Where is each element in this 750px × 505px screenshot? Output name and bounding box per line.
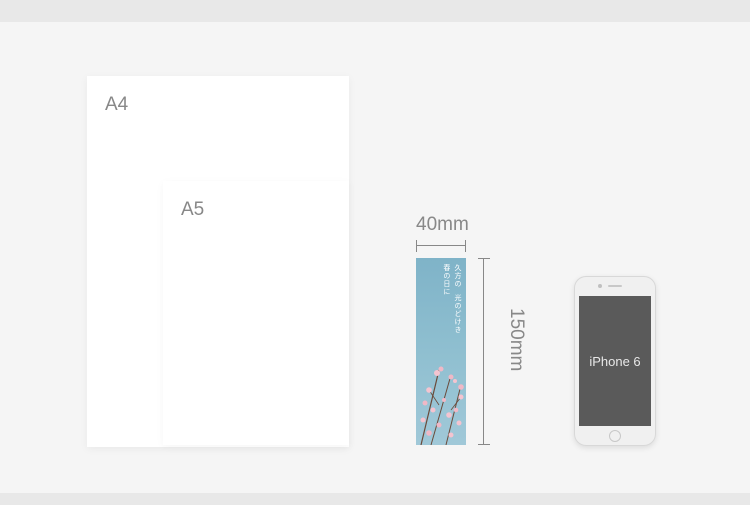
bookmark-product: 久方の 光のどけき 春の日に bbox=[416, 258, 466, 445]
bookmark-poem-text: 久方の 光のどけき 春の日に bbox=[441, 264, 463, 334]
bookmark-width-label: 40mm bbox=[416, 214, 469, 236]
phone-model-label: iPhone 6 bbox=[589, 354, 640, 369]
a4-size-label: A4 bbox=[105, 94, 128, 116]
a5-paper-sheet: A5 bbox=[163, 181, 349, 445]
bookmark-height-dimension-line bbox=[478, 258, 490, 445]
a5-size-label: A5 bbox=[181, 199, 204, 221]
bookmark-width-dimension-line bbox=[416, 240, 466, 252]
poem-line: 春の日に bbox=[443, 264, 450, 296]
bookmark-height-label: 150mm bbox=[505, 308, 527, 371]
phone-speaker-icon bbox=[608, 285, 622, 287]
phone-screen: iPhone 6 bbox=[579, 296, 651, 426]
phone-home-button-icon bbox=[609, 430, 621, 442]
phone-mockup: iPhone 6 bbox=[574, 276, 656, 446]
poem-line: 光のどけき bbox=[454, 294, 461, 334]
cherry-blossom-icon bbox=[416, 355, 466, 445]
phone-camera-icon bbox=[598, 284, 602, 288]
poem-line: 久方の bbox=[454, 264, 461, 288]
